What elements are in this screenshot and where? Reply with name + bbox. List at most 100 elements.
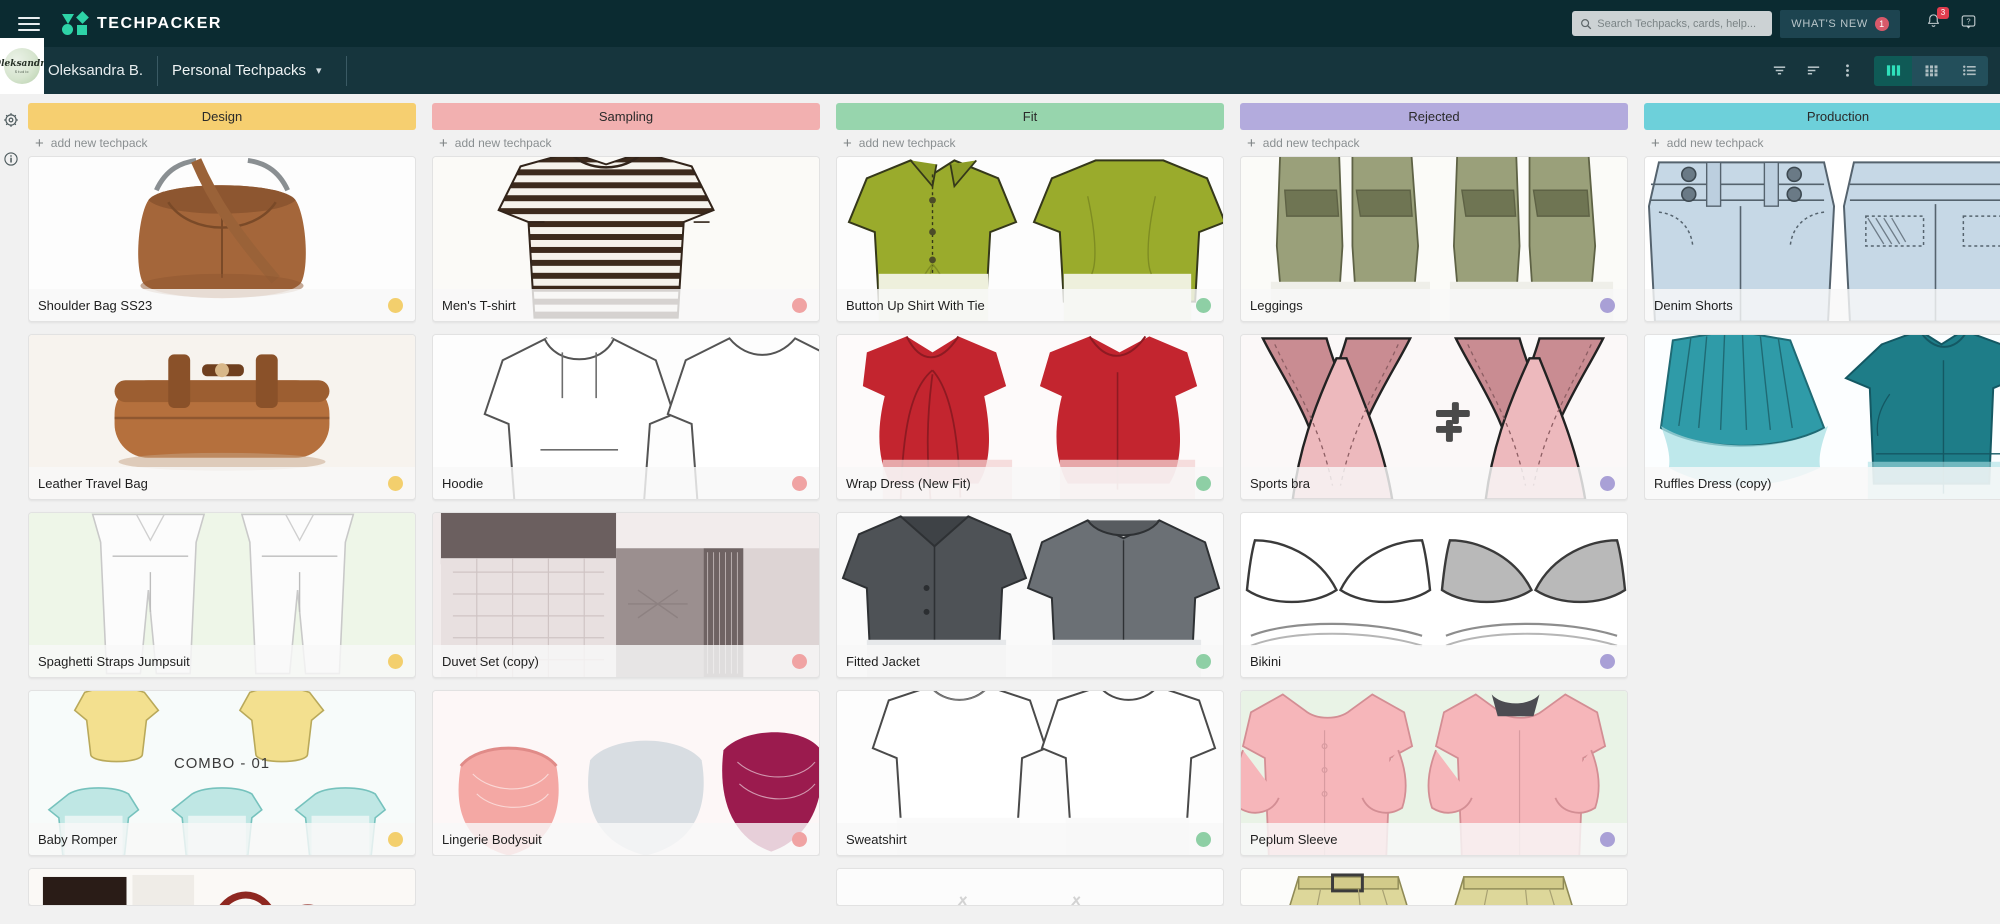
more-options-icon[interactable] [1830,56,1864,86]
top-header-bar: TECHPACKER Search Techpacks, cards, help… [0,0,2000,47]
techpack-card[interactable]: Sports bra [1240,334,1628,500]
add-new-techpack-label: add new techpack [1262,136,1360,150]
techpack-title: Men's T-shirt [442,297,516,313]
techpack-title: Bikini [1250,653,1282,669]
whats-new-button[interactable]: WHAT'S NEW 1 [1780,9,1900,38]
filter-icon[interactable] [1762,56,1796,86]
techpack-card[interactable]: Sweatshirt [836,690,1224,856]
list-view-button[interactable] [1950,55,1988,86]
add-new-techpack-button[interactable]: + add new techpack [28,130,416,156]
board-column-design: Design + add new techpack Shoulder Bag SS2… [28,103,416,924]
techpack-card[interactable]: COMBO - 01 Baby Romper [28,690,416,856]
status-dot[interactable] [1600,831,1615,847]
status-dot[interactable] [388,475,403,491]
grid-view-button[interactable] [1912,55,1950,86]
techpack-card[interactable]: Wrap Dress (New Fit) [836,334,1224,500]
techpack-card[interactable]: Button Up Shirt With Tie [836,156,1224,322]
status-dot[interactable] [792,653,807,669]
techpack-card[interactable]: Fitted Jacket [836,512,1224,678]
add-new-techpack-button[interactable]: + add new techpack [1644,130,2000,156]
search-icon [1581,18,1592,29]
techpack-title: Leather Travel Bag [38,475,148,491]
help-icon: ? [1961,14,1976,28]
status-dot[interactable] [1196,831,1211,847]
add-new-techpack-button[interactable]: + add new techpack [1240,130,1628,156]
add-new-techpack-button[interactable]: + add new techpack [836,130,1224,156]
techpack-card[interactable]: Lingerie Bodysuit [432,690,820,856]
avatar[interactable]: Oleksandra Studio [0,38,44,94]
hamburger-menu-icon[interactable] [18,13,40,35]
techpack-title: Sports bra [1250,475,1310,491]
techpack-card[interactable]: Leggings [1240,156,1628,322]
card-footer: Lingerie Bodysuit [433,823,819,855]
header-actions: Search Techpacks, cards, help... WHAT'S … [1572,0,1986,47]
search-placeholder: Search Techpacks, cards, help... [1597,17,1757,30]
card-list: Leggings Sports bra Bikini Peplum Sleeve [1240,156,1628,906]
techpack-thumbnail [837,869,1223,905]
techpack-card-partial[interactable] [28,868,416,906]
sort-icon[interactable] [1796,56,1830,86]
card-list: Denim Shorts Ruffles Dress (copy) [1644,156,2000,500]
column-header[interactable]: Production [1644,103,2000,130]
techpack-title: Spaghetti Straps Jumpsuit [38,653,190,669]
techpack-title: Baby Romper [38,831,118,847]
card-footer: Sports bra [1241,467,1627,499]
techpack-card[interactable]: Shoulder Bag SS23 [28,156,416,322]
status-dot[interactable] [388,653,403,669]
help-button[interactable]: ? [1960,13,1977,35]
plus-icon: + [1651,134,1660,152]
status-dot[interactable] [1196,653,1211,669]
column-header[interactable]: Sampling [432,103,820,130]
status-dot[interactable] [792,831,807,847]
card-list: Shoulder Bag SS23 Leather Travel Bag Spa… [28,156,416,906]
status-dot[interactable] [792,475,807,491]
techpack-card-partial[interactable] [1240,868,1628,906]
settings-icon[interactable] [3,112,19,133]
column-header[interactable]: Fit [836,103,1224,130]
info-glyph [4,152,18,166]
avatar-brand-sub: Studio [14,69,30,74]
notifications-button[interactable]: 3 [1925,6,1949,35]
techpack-title: Button Up Shirt With Tie [846,297,985,313]
search-input[interactable]: Search Techpacks, cards, help... [1572,11,1773,36]
techpack-card-partial[interactable] [836,868,1224,906]
status-dot[interactable] [388,831,403,847]
techpacker-logo-icon [62,10,89,37]
techpack-thumbnail [1241,869,1627,905]
card-list: Button Up Shirt With Tie Wrap Dress (New… [836,156,1224,906]
techpack-card[interactable]: Duvet Set (copy) [432,512,820,678]
techpack-card[interactable]: Bikini [1240,512,1628,678]
plus-icon: + [843,134,852,152]
status-dot[interactable] [1196,475,1211,491]
add-new-techpack-label: add new techpack [50,136,148,150]
techpack-card[interactable]: Ruffles Dress (copy) [1644,334,2000,500]
techpack-card[interactable]: Hoodie [432,334,820,500]
info-icon[interactable] [3,151,19,172]
workspace-selector[interactable]: Personal Techpacks ▾ [158,62,332,79]
techpack-title: Leggings [1250,297,1303,313]
kanban-view-button[interactable] [1874,55,1912,86]
column-title: Rejected [1408,109,1460,124]
techpack-card[interactable]: Denim Shorts [1644,156,2000,322]
status-dot[interactable] [388,297,403,313]
card-footer: Baby Romper [29,823,415,855]
workspace-bar: Oleksandra Studio Oleksandra B. Personal… [0,38,2000,94]
techpack-card[interactable]: Leather Travel Bag [28,334,416,500]
column-header[interactable]: Rejected [1240,103,1628,130]
status-dot[interactable] [1196,297,1211,313]
card-footer: Shoulder Bag SS23 [29,289,415,321]
avatar-brand-name: Oleksandra [0,58,44,69]
card-footer: Men's T-shirt [433,289,819,321]
status-dot[interactable] [1600,475,1615,491]
chevron-down-icon: ▾ [316,65,322,77]
techpack-card[interactable]: Peplum Sleeve [1240,690,1628,856]
column-header[interactable]: Design [28,103,416,130]
status-dot[interactable] [1600,653,1615,669]
add-new-techpack-button[interactable]: + add new techpack [432,130,820,156]
add-new-techpack-label: add new techpack [858,136,956,150]
techpack-card[interactable]: Spaghetti Straps Jumpsuit [28,512,416,678]
techpack-card[interactable]: Men's T-shirt [432,156,820,322]
card-footer: Fitted Jacket [837,645,1223,677]
status-dot[interactable] [1600,297,1615,313]
status-dot[interactable] [792,297,807,313]
